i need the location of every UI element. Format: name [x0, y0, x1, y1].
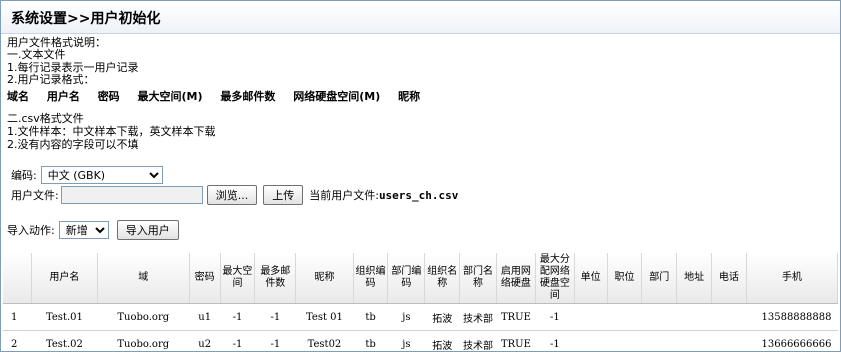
title-bar: 系统设置>>用户初始化 [1, 1, 840, 34]
cell-phone [711, 330, 747, 351]
cell-mobile: 13588888888 [746, 303, 838, 331]
cell-username: Test.02 [31, 330, 98, 351]
format-field: 最多邮件数 [220, 90, 276, 103]
page-title: 系统设置>>用户初始化 [11, 11, 161, 27]
format-field: 用户名 [46, 90, 80, 103]
col-header-department: 部门 [641, 253, 678, 304]
cell-index: 1 [3, 303, 32, 331]
encoding-label: 编码: [11, 169, 37, 182]
current-file-info: 当前用户文件:users_ch.csv [309, 187, 458, 203]
user-file-label: 用户文件: [11, 189, 59, 202]
cell-position [607, 303, 642, 331]
col-header-username: 用户名 [31, 253, 98, 304]
cell-department [641, 303, 677, 331]
col-header-dept-name: 部门名称 [459, 253, 497, 304]
encoding-select[interactable]: 中文 (GBK) [40, 166, 163, 184]
col-header-enable-disk: 启用网络硬盘 [496, 253, 536, 304]
cell-unit [574, 330, 608, 351]
col-header-domain: 域 [97, 253, 190, 304]
cell-max-mails: -1 [254, 303, 296, 331]
import-action-select[interactable]: 新增 [58, 221, 109, 239]
cell-password: u2 [189, 330, 221, 351]
cell-max-disk-space: -1 [535, 330, 575, 351]
section2-line1: 1.文件样本：中文样本下载，英文样本下载 [7, 125, 216, 138]
section2-title: 二.csv格式文件 [7, 112, 84, 125]
col-header-unit: 单位 [574, 253, 608, 304]
cell-domain: Tuobo.org [97, 330, 190, 351]
cell-org-name: 拓波 [424, 330, 460, 351]
cell-index: 2 [3, 330, 32, 351]
cell-dept-code: js [387, 330, 425, 351]
cell-dept-name: 技术部 [459, 330, 497, 351]
col-header-phone: 电话 [711, 253, 747, 304]
cell-mobile: 13666666666 [746, 330, 838, 351]
table-row: 2 Test.02 Tuobo.org u2 -1 -1 Test02 tb j… [3, 330, 838, 351]
col-header-org-name: 组织名称 [424, 253, 461, 304]
cell-address [676, 303, 712, 331]
cell-max-mails: -1 [254, 330, 296, 351]
import-users-button[interactable]: 导入用户 [116, 220, 179, 240]
browse-button[interactable]: 浏览... [206, 185, 258, 205]
upload-button[interactable]: 上传 [263, 185, 304, 205]
cell-domain: Tuobo.org [97, 303, 190, 331]
col-header-index [3, 253, 33, 304]
format-field: 昵称 [398, 90, 421, 103]
cell-enable-disk: TRUE [496, 330, 536, 351]
cell-username: Test.01 [31, 303, 98, 331]
format-field: 最大空间(M) [137, 90, 203, 103]
cell-nickname: Test02 [295, 330, 354, 351]
user-file-row: 用户文件: 浏览... 上传 当前用户文件:users_ch.csv [11, 185, 458, 205]
col-header-org-code: 组织编码 [353, 253, 389, 304]
cell-org-code: tb [353, 330, 388, 351]
format-field: 网络硬盘空间(M) [293, 90, 381, 103]
cell-nickname: Test 01 [295, 303, 354, 331]
col-header-position: 职位 [607, 253, 643, 304]
col-header-dept-code: 部门编码 [387, 253, 426, 304]
cell-org-code: tb [353, 303, 388, 331]
cell-address [676, 330, 712, 351]
current-file-name: users_ch.csv [378, 189, 459, 202]
user-init-panel: 系统设置>>用户初始化 用户文件格式说明： 一.文本文件 1.每行记录表示一用户… [0, 0, 841, 352]
format-field: 密码 [97, 90, 120, 103]
cell-password: u1 [189, 303, 221, 331]
cell-org-name: 拓波 [424, 303, 460, 331]
cell-position [607, 330, 642, 351]
table-row: 1 Test.01 Tuobo.org u1 -1 -1 Test 01 tb … [3, 303, 838, 331]
cell-phone [711, 303, 747, 331]
import-row: 导入动作: 新增 导入用户 [7, 220, 179, 240]
section1-line2: 2.用户记录格式： [7, 73, 95, 86]
section2-line2: 2.没有内容的字段可以不填 [7, 138, 139, 151]
col-header-mobile: 手机 [746, 253, 839, 304]
col-header-max-mails: 最多邮件数 [254, 253, 297, 304]
cell-department [641, 330, 677, 351]
cell-enable-disk: TRUE [496, 303, 536, 331]
table-header-row: 用户名 域 密码 最大空间 最多邮件数 昵称 组织编码 部门编码 组织名称 部门… [3, 253, 839, 304]
current-file-label: 当前用户文件: [309, 189, 379, 202]
section1-title: 一.文本文件 [7, 48, 66, 61]
col-header-password: 密码 [189, 253, 221, 304]
col-header-max-disk-space: 最大分配网络硬盘空间 [535, 253, 575, 304]
record-format: 域名 用户名 密码 最大空间(M) 最多邮件数 网络硬盘空间(M) 昵称 [7, 88, 434, 104]
cell-dept-name: 技术部 [459, 303, 497, 331]
col-header-address: 地址 [676, 253, 712, 304]
cell-max-space: -1 [220, 330, 255, 351]
cell-max-space: -1 [220, 303, 255, 331]
col-header-nickname: 昵称 [295, 253, 354, 304]
col-header-max-space: 最大空间 [220, 253, 256, 304]
format-field: 域名 [7, 90, 29, 103]
cell-max-disk-space: -1 [535, 303, 575, 331]
user-file-input[interactable] [60, 186, 203, 204]
cell-dept-code: js [387, 303, 425, 331]
encoding-row: 编码: 中文 (GBK) [11, 166, 163, 184]
cell-unit [574, 303, 608, 331]
import-action-label: 导入动作: [7, 224, 55, 237]
users-table: 用户名 域 密码 最大空间 最多邮件数 昵称 组织编码 部门编码 组织名称 部门… [3, 253, 839, 351]
